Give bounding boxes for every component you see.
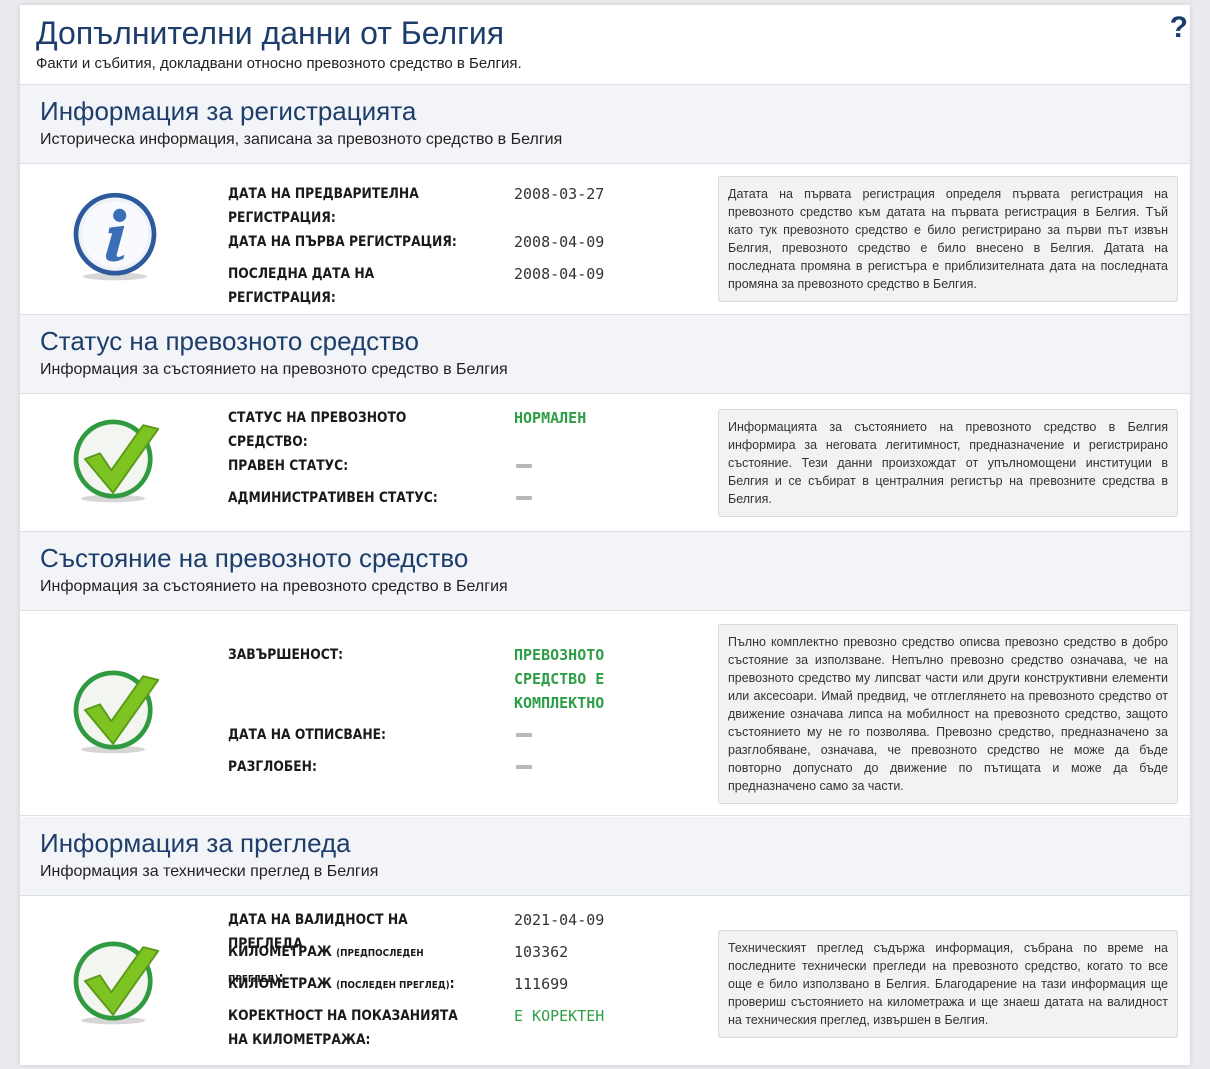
data-row: ДАТА НА ОТПИСВАНЕ:: [228, 723, 668, 751]
status-value: Е КОРЕКТЕН: [514, 1007, 605, 1025]
row-label: ДАТА НА ПЪРВА РЕГИСТРАЦИЯ:: [228, 234, 457, 250]
section-body: ДАТА НА ПРЕДВАРИТЕЛНА РЕГИСТРАЦИЯ: 2008-…: [20, 164, 1190, 315]
empty-value-dash: [516, 496, 532, 500]
row-value: 2021-04-09: [514, 911, 605, 929]
row-value: 2008-04-09: [514, 265, 605, 283]
row-label: РАЗГЛОБЕН:: [228, 759, 317, 775]
section-title: Състояние на превозното средство: [40, 543, 469, 573]
help-icon[interactable]: ?: [1170, 11, 1188, 45]
status-value-line: ПРЕВОЗНОТО: [514, 646, 605, 664]
page-header: Допълнителни данни от Белгия Факти и съб…: [20, 5, 1190, 85]
check-icon: [68, 934, 162, 1028]
row-label: ПОСЛЕДНА ДАТА НА РЕГИСТРАЦИЯ:: [228, 266, 375, 306]
section-title: Информация за регистрацията: [40, 96, 417, 126]
data-row: ДАТА НА ПРЕДВАРИТЕЛНА РЕГИСТРАЦИЯ: 2008-…: [228, 182, 668, 230]
data-row: ДАТА НА ВАЛИДНОСТ НА ПРЕГЛЕДА 2021-04-09: [228, 908, 668, 952]
row-label-main: КИЛОМЕТРАЖ: [228, 944, 332, 960]
data-row: ЗАВЪРШЕНОСТ: ПРЕВОЗНОТО СРЕДСТВО Е КОМПЛ…: [228, 643, 668, 719]
row-value: 2008-04-09: [514, 233, 605, 251]
section-body: ЗАВЪРШЕНОСТ: ПРЕВОЗНОТО СРЕДСТВО Е КОМПЛ…: [20, 611, 1190, 816]
check-icon: [68, 412, 162, 506]
section-title: Статус на превозното средство: [40, 326, 420, 356]
data-row: РАЗГЛОБЕН:: [228, 755, 668, 783]
page-title: Допълнителни данни от Белгия: [36, 15, 505, 51]
info-note: Пълно комплектно превозно средство описв…: [718, 624, 1178, 804]
row-label-colon: :: [449, 976, 455, 992]
row-label: СТАТУС НА ПРЕВОЗНОТО СРЕДСТВО:: [228, 410, 407, 450]
status-value: НОРМАЛЕН: [514, 409, 587, 427]
info-note: Информацията за състоянието на превознот…: [718, 409, 1178, 517]
row-label: КОРЕКТНОСТ НА ПОКАЗАНИЯТА НА КИЛОМЕТРАЖА…: [228, 1008, 458, 1048]
status-value-line: КОМПЛЕКТНО: [514, 694, 605, 712]
row-label: ЗАВЪРШЕНОСТ:: [228, 647, 344, 663]
section-header: Информация за регистрацията Историческа …: [20, 85, 1190, 164]
data-row: ДАТА НА ПЪРВА РЕГИСТРАЦИЯ: 2008-04-09: [228, 230, 668, 258]
row-label-main: КИЛОМЕТРАЖ: [228, 976, 332, 992]
section-body: ДАТА НА ВАЛИДНОСТ НА ПРЕГЛЕДА 2021-04-09…: [20, 896, 1190, 1065]
section-header: Информация за прегледа Информация за тех…: [20, 817, 1190, 896]
row-label: АДМИНИСТРАТИВЕН СТАТУС:: [228, 490, 438, 506]
section-header: Статус на превозното средство Информация…: [20, 315, 1190, 394]
page-subtitle: Факти и събития, докладвани относно прев…: [36, 55, 522, 72]
row-label: ПРАВЕН СТАТУС:: [228, 458, 349, 474]
empty-value-dash: [516, 765, 532, 769]
row-label: ДАТА НА ПРЕДВАРИТЕЛНА РЕГИСТРАЦИЯ:: [228, 186, 419, 226]
section-subtitle: Информация за технически преглед в Белги…: [40, 863, 379, 880]
section-subtitle: Историческа информация, записана за прев…: [40, 131, 563, 148]
row-label: ДАТА НА ОТПИСВАНЕ:: [228, 727, 387, 743]
row-value: 2008-03-27: [514, 185, 605, 203]
row-value: 111699: [514, 975, 569, 993]
data-row: КОРЕКТНОСТ НА ПОКАЗАНИЯТА НА КИЛОМЕТРАЖА…: [228, 1004, 668, 1052]
data-row: АДМИНИСТРАТИВЕН СТАТУС:: [228, 486, 668, 514]
status-value-line: СРЕДСТВО Е: [514, 670, 605, 688]
section-title: Информация за прегледа: [40, 828, 351, 858]
data-row: ПРАВЕН СТАТУС:: [228, 454, 668, 482]
row-value: 103362: [514, 943, 569, 961]
info-note: Техническият преглед съдържа информация,…: [718, 930, 1178, 1038]
belgium-data-panel: Допълнителни данни от Белгия Факти и съб…: [20, 5, 1190, 1065]
status-value: ПРЕВОЗНОТО СРЕДСТВО Е КОМПЛЕКТНО: [514, 643, 674, 715]
data-row: КИЛОМЕТРАЖ (ПОСЛЕДЕН ПРЕГЛЕД): 111699: [228, 972, 668, 1000]
section-body: СТАТУС НА ПРЕВОЗНОТО СРЕДСТВО: НОРМАЛЕН …: [20, 394, 1190, 532]
empty-value-dash: [516, 464, 532, 468]
section-header: Състояние на превозното средство Информа…: [20, 532, 1190, 611]
empty-value-dash: [516, 733, 532, 737]
data-row: СТАТУС НА ПРЕВОЗНОТО СРЕДСТВО: НОРМАЛЕН: [228, 406, 668, 454]
row-label: КИЛОМЕТРАЖ (ПОСЛЕДЕН ПРЕГЛЕД):: [228, 972, 466, 998]
section-subtitle: Информация за състоянието на превозното …: [40, 361, 508, 378]
row-label-note: (ПОСЛЕДЕН ПРЕГЛЕД): [336, 980, 450, 991]
check-icon: [68, 663, 162, 757]
data-row: ПОСЛЕДНА ДАТА НА РЕГИСТРАЦИЯ: 2008-04-09: [228, 262, 668, 306]
info-note: Датата на първата регистрация определя п…: [718, 176, 1178, 302]
section-subtitle: Информация за състоянието на превозното …: [40, 578, 508, 595]
data-row: КИЛОМЕТРАЖ (ПРЕДПОСЛЕДЕН ПРЕГЛЕД): 10336…: [228, 940, 668, 986]
info-icon: [68, 190, 162, 284]
